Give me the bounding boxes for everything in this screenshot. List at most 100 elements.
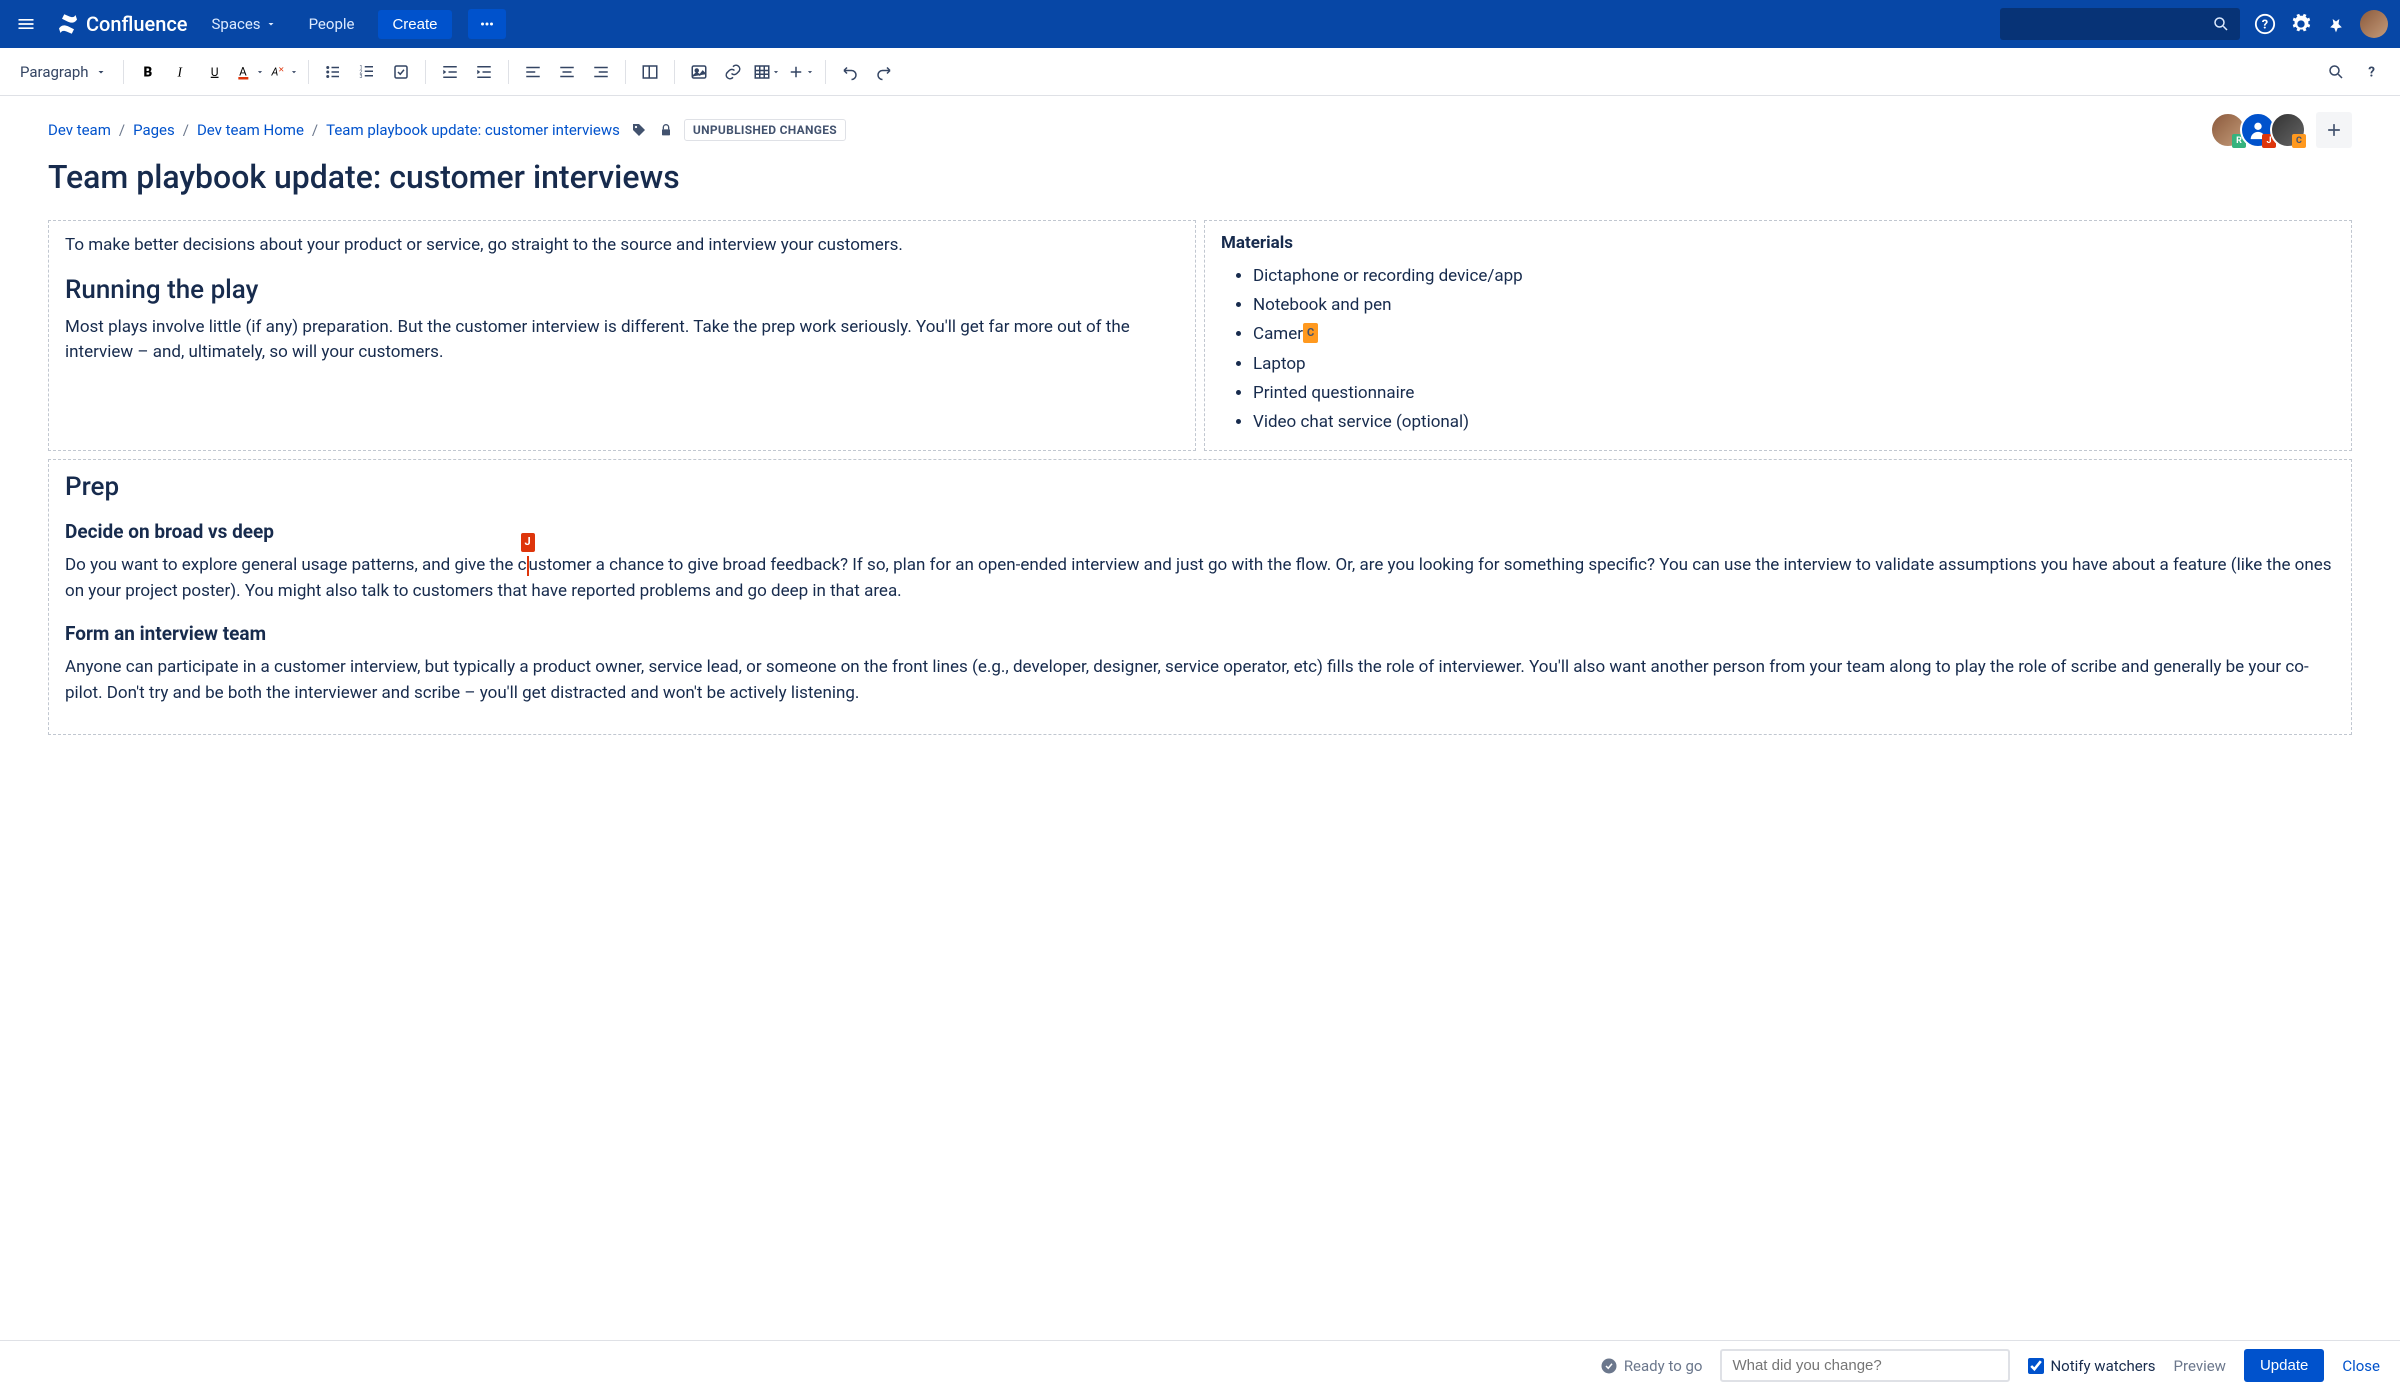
underline-button[interactable]: U	[200, 56, 232, 88]
layout-cell-right[interactable]: Materials Dictaphone or recording device…	[1204, 220, 2352, 451]
insert-button[interactable]	[785, 56, 817, 88]
list-item: Dictaphone or recording device/app	[1253, 263, 2335, 290]
decide-pre: Do you want to explore general usage pat…	[65, 555, 527, 575]
toolbar-help-button[interactable]: ?	[2356, 56, 2388, 88]
collaborator-avatar[interactable]: C	[2270, 112, 2306, 148]
list-item: Video chat service (optional)	[1253, 409, 2335, 436]
collaborator-badge: C	[2292, 134, 2306, 148]
update-button[interactable]: Update	[2244, 1349, 2324, 1382]
align-center-button[interactable]	[551, 56, 583, 88]
profile-avatar[interactable]	[2360, 10, 2388, 38]
cursor-j: J	[527, 553, 529, 579]
svg-text:A: A	[239, 64, 247, 78]
breadcrumb: Dev team / Pages / Dev team Home / Team …	[48, 121, 620, 139]
redo-button[interactable]	[868, 56, 900, 88]
materials-list: Dictaphone or recording device/app Noteb…	[1221, 263, 2335, 436]
layout-button[interactable]	[634, 56, 666, 88]
image-button[interactable]	[683, 56, 715, 88]
heading-form-team: Form an interview team	[65, 622, 2335, 645]
layout-full-width[interactable]: Prep Decide on broad vs deep Do you want…	[48, 459, 2352, 735]
heading-prep: Prep	[65, 472, 2335, 502]
find-button[interactable]	[2320, 56, 2352, 88]
layout-cell-left[interactable]: To make better decisions about your prod…	[48, 220, 1196, 451]
create-button[interactable]: Create	[378, 10, 451, 39]
align-left-button[interactable]	[517, 56, 549, 88]
numbered-list-button[interactable]: 123	[351, 56, 383, 88]
app-switcher-icon[interactable]	[12, 10, 40, 38]
notify-checkbox[interactable]	[2028, 1358, 2044, 1374]
undo-button[interactable]	[834, 56, 866, 88]
page-title[interactable]: Team playbook update: customer interview…	[48, 158, 2352, 196]
svg-text:✕: ✕	[278, 65, 284, 74]
collaborators: R J C	[2216, 112, 2352, 148]
bullet-list-button[interactable]	[317, 56, 349, 88]
cursor-j-flag: J	[521, 533, 535, 552]
breadcrumb-item[interactable]: Dev team	[48, 121, 111, 139]
breadcrumb-item[interactable]: Team playbook update: customer interview…	[326, 121, 620, 139]
running-body: Most plays involve little (if any) prepa…	[65, 315, 1179, 366]
notify-label: Notify watchers	[2050, 1357, 2155, 1375]
form-body: Anyone can participate in a customer int…	[65, 655, 2335, 706]
heading-running: Running the play	[65, 275, 1179, 305]
italic-button[interactable]: I	[166, 56, 198, 88]
check-circle-icon	[1600, 1357, 1618, 1375]
link-button[interactable]	[717, 56, 749, 88]
settings-icon[interactable]	[2290, 13, 2312, 35]
decide-body: Do you want to explore general usage pat…	[65, 553, 2335, 604]
list-item: Notebook and pen	[1253, 292, 2335, 319]
indent-button[interactable]	[468, 56, 500, 88]
more-menu-button[interactable]	[468, 9, 506, 39]
task-list-button[interactable]	[385, 56, 417, 88]
format-select[interactable]: Paragraph	[12, 59, 115, 85]
svg-text:I: I	[176, 64, 183, 79]
list-item: CameraC	[1253, 321, 2335, 348]
bold-button[interactable]: B	[132, 56, 164, 88]
toolbar-right: ?	[2320, 56, 2388, 88]
svg-text:B: B	[143, 64, 152, 80]
heading-decide: Decide on broad vs deep	[65, 520, 2335, 543]
nav-spaces[interactable]: Spaces	[204, 9, 285, 39]
change-description-input[interactable]	[1720, 1349, 2010, 1382]
topnav-left: Confluence Spaces People Create	[12, 9, 506, 39]
status-badge: UNPUBLISHED CHANGES	[684, 119, 846, 141]
restrictions-icon[interactable]	[658, 122, 674, 138]
notifications-icon[interactable]	[2326, 14, 2346, 34]
notify-watchers[interactable]: Notify watchers	[2028, 1357, 2155, 1375]
clear-formatting-button[interactable]: A✕	[268, 56, 300, 88]
breadcrumb-sep: /	[119, 121, 125, 139]
topnav-right: ?	[2000, 8, 2388, 40]
confluence-icon	[56, 12, 80, 36]
preview-link[interactable]: Preview	[2174, 1357, 2226, 1375]
breadcrumb-item[interactable]: Pages	[133, 121, 175, 139]
breadcrumb-sep: /	[183, 121, 189, 139]
editor-toolbar: Paragraph B I U A A✕ 123 ?	[0, 48, 2400, 96]
add-collaborator-button[interactable]	[2316, 112, 2352, 148]
editor-footer: Ready to go Notify watchers Preview Upda…	[0, 1340, 2400, 1390]
close-link[interactable]: Close	[2342, 1357, 2380, 1375]
outdent-button[interactable]	[434, 56, 466, 88]
top-navigation: Confluence Spaces People Create ?	[0, 0, 2400, 48]
confluence-logo[interactable]: Confluence	[56, 12, 188, 36]
chevron-down-icon	[265, 18, 277, 30]
toolbar-separator	[308, 60, 309, 84]
nav-people[interactable]: People	[301, 9, 363, 39]
list-item: Laptop	[1253, 351, 2335, 378]
toolbar-separator	[625, 60, 626, 84]
text-color-button[interactable]: A	[234, 56, 266, 88]
align-right-button[interactable]	[585, 56, 617, 88]
nav-people-label: People	[309, 15, 355, 33]
svg-text:A: A	[270, 65, 278, 78]
svg-text:U: U	[210, 64, 218, 78]
materials-heading: Materials	[1221, 233, 2335, 253]
chevron-down-icon	[95, 66, 107, 78]
help-icon[interactable]: ?	[2254, 13, 2276, 35]
breadcrumb-item[interactable]: Dev team Home	[197, 121, 304, 139]
table-button[interactable]	[751, 56, 783, 88]
labels-icon[interactable]	[630, 121, 648, 139]
search-box[interactable]	[2000, 8, 2240, 40]
format-label: Paragraph	[20, 63, 89, 81]
svg-text:3: 3	[359, 74, 362, 80]
svg-text:?: ?	[2368, 64, 2375, 80]
editor-content: Dev team / Pages / Dev team Home / Team …	[0, 96, 2400, 1340]
cursor-c-badge: C	[1303, 323, 1318, 343]
